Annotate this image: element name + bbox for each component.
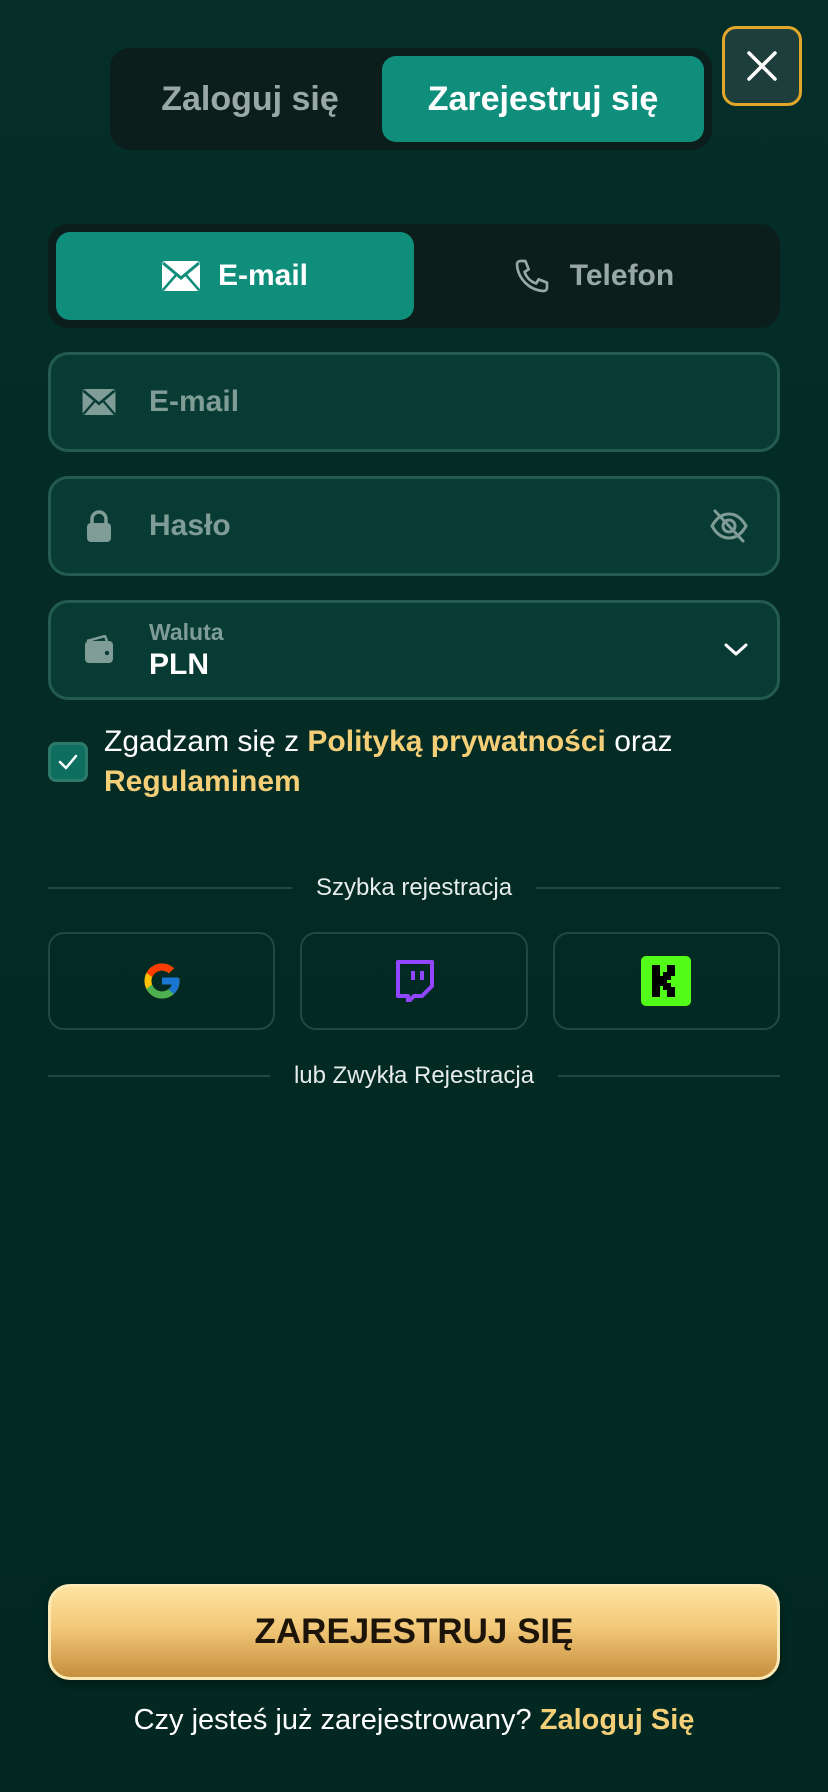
auth-tabs: Zaloguj się Zarejestruj się <box>110 48 712 150</box>
password-field[interactable] <box>48 476 780 576</box>
twitch-icon <box>395 960 434 1002</box>
regular-signup-divider: lub Zwykła Rejestracja <box>48 1062 780 1090</box>
login-prompt: Czy jesteś już zarejestrowany? Zaloguj S… <box>0 1704 828 1737</box>
close-button[interactable] <box>722 26 802 106</box>
consent-middle: oraz <box>605 725 673 758</box>
google-signup-button[interactable] <box>48 932 276 1030</box>
wallet-icon <box>85 635 113 663</box>
consent-prefix: Zgadzam się z <box>104 725 308 758</box>
envelope-icon <box>161 261 200 291</box>
currency-label: Waluta <box>149 618 224 645</box>
currency-select[interactable]: Waluta PLN <box>48 600 780 700</box>
divider-line <box>48 1075 270 1077</box>
envelope-icon <box>82 389 116 415</box>
tab-register[interactable]: Zarejestruj się <box>382 56 704 142</box>
social-buttons <box>48 932 780 1030</box>
phone-icon <box>515 259 549 293</box>
kick-signup-button[interactable] <box>552 932 780 1030</box>
currency-value: PLN <box>149 647 209 681</box>
consent-checkbox[interactable] <box>48 742 88 782</box>
chevron-down-icon <box>724 643 748 656</box>
password-input[interactable] <box>149 509 709 543</box>
lock-icon <box>87 510 111 542</box>
terms-link[interactable]: Regulaminem <box>104 765 301 798</box>
tab-email-label: E-mail <box>217 259 309 292</box>
tab-phone-label: Telefon <box>569 259 675 292</box>
quick-signup-label: Szybka rejestracja <box>315 874 513 901</box>
consent-text: Zgadzam się z Polityką prywatności oraz … <box>104 722 673 802</box>
consent-row: Zgadzam się z Polityką prywatności oraz … <box>48 722 780 802</box>
email-input[interactable] <box>149 385 749 419</box>
check-icon <box>58 754 78 770</box>
twitch-signup-button[interactable] <box>300 932 528 1030</box>
tab-login[interactable]: Zaloguj się <box>118 56 382 142</box>
divider-line <box>536 887 781 889</box>
divider-line <box>48 887 292 889</box>
quick-signup-divider: Szybka rejestracja <box>48 874 781 902</box>
tab-phone[interactable]: Telefon <box>414 232 772 320</box>
login-question: Czy jesteś już zarejestrowany? <box>133 1704 540 1736</box>
tab-email[interactable]: E-mail <box>56 232 414 320</box>
divider-line <box>558 1075 780 1077</box>
kick-icon <box>641 956 692 1006</box>
privacy-policy-link[interactable]: Polityką prywatności <box>307 725 605 758</box>
eye-off-icon[interactable] <box>709 509 749 543</box>
regular-signup-label: lub Zwykła Rejestracja <box>293 1062 535 1089</box>
email-field[interactable] <box>48 352 780 452</box>
register-submit-button[interactable]: ZAREJESTRUJ SIĘ <box>48 1584 780 1680</box>
google-icon <box>144 963 180 999</box>
method-tabs: E-mail Telefon <box>48 224 780 328</box>
close-icon <box>747 51 777 81</box>
login-link[interactable]: Zaloguj Się <box>540 1704 695 1736</box>
